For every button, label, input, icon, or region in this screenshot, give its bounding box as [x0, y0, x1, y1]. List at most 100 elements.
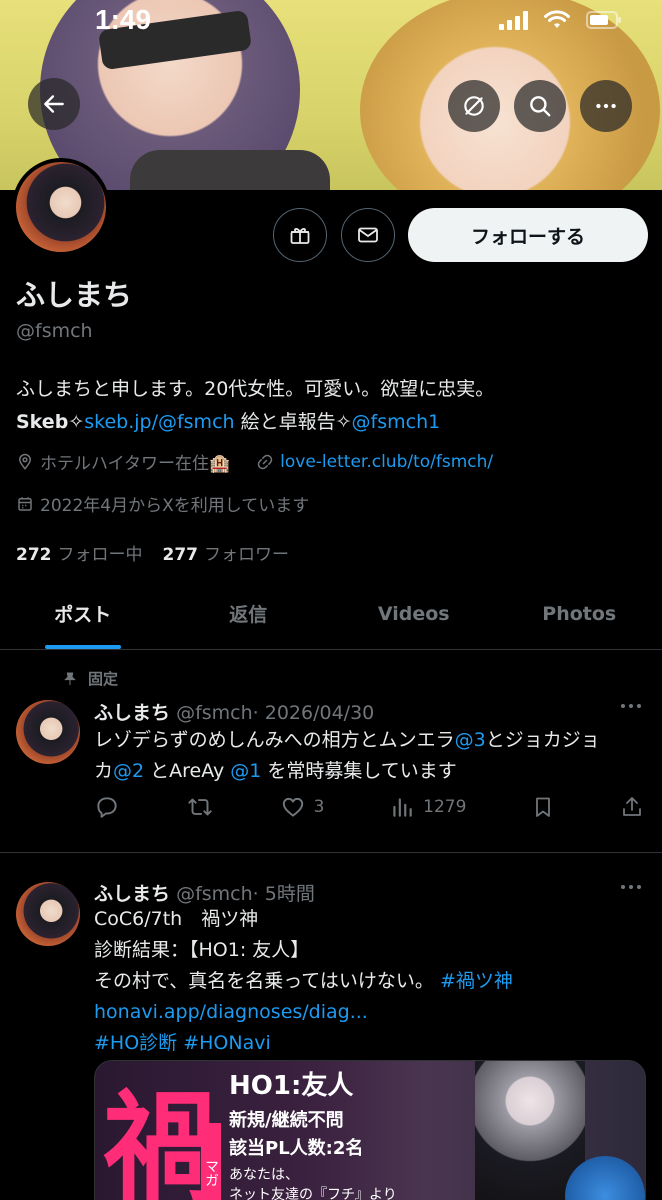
bio-mention-link[interactable]: @fsmch1 [352, 411, 441, 433]
grok-icon [464, 96, 484, 116]
location-pin-icon [18, 453, 32, 470]
share-icon [623, 797, 641, 816]
bookmark-icon [536, 797, 551, 817]
more-button[interactable] [580, 80, 632, 132]
post-text-segment: カ [94, 760, 114, 782]
tab-replies[interactable]: 返信 [166, 578, 332, 649]
pinned-indicator: 固定 [62, 668, 118, 689]
post-timestamp[interactable]: · 2026/04/30 [253, 702, 375, 724]
post-media-image[interactable]: 禍 マガ HO1:友人 新規/継続不問 該当PL人数:2名 あなたは、 ネット友… [94, 1060, 646, 1200]
like-button[interactable]: 3 [280, 794, 325, 820]
post-text-segment: を常時募集しています [261, 760, 457, 782]
followers-link[interactable]: 277 フォロワー [163, 540, 290, 565]
media-title: HO1:友人 [229, 1071, 354, 1101]
media-card-text: HO1:友人 新規/継続不問 該当PL人数:2名 あなたは、 ネット友達の『フチ… [229, 1065, 397, 1200]
profile-tabs: ポスト 返信 Videos Photos [0, 578, 662, 650]
post-avatar[interactable] [16, 700, 80, 764]
profile-handle: @fsmch [16, 320, 93, 342]
profile-name: ふしまち [16, 278, 133, 312]
post-hashtag[interactable]: #HO診断 [94, 1032, 177, 1054]
banner-suit [130, 150, 330, 190]
post-text-line: 診断結果：【HO1: 友人】 [94, 939, 310, 961]
link-icon [257, 454, 273, 469]
tab-photos[interactable]: Photos [497, 578, 662, 649]
meta-joined: 2022年4月からXを利用しています [16, 491, 309, 516]
post-author-name[interactable]: ふしまち [94, 883, 170, 905]
post-avatar[interactable] [16, 882, 80, 946]
like-count: 3 [313, 797, 325, 817]
back-button[interactable] [28, 78, 80, 130]
follow-button[interactable]: フォローする [408, 208, 648, 262]
bookmark-button[interactable] [531, 794, 555, 820]
post-text-segment: とジョカジョ [485, 729, 600, 751]
post-divider [0, 852, 662, 853]
media-line: あなたは、 [229, 1167, 299, 1183]
media-line: ネット友達の『フチ』より [229, 1187, 397, 1200]
tab-posts-label: ポスト [54, 604, 112, 626]
gift-button[interactable] [273, 208, 327, 262]
post-hashtag[interactable]: #HONavi [183, 1032, 271, 1054]
follow-counts: 272 フォロー中 277 フォロワー [16, 540, 289, 565]
wifi-icon [544, 10, 570, 28]
heart-icon [282, 797, 303, 817]
followers-count: 277 [162, 545, 199, 565]
grok-button[interactable] [448, 80, 500, 132]
views-chart-icon [393, 798, 412, 817]
tab-videos-label: Videos [377, 602, 450, 625]
post-author-handle[interactable]: @fsmch [176, 702, 253, 724]
post-timestamp[interactable]: · 5時間 [253, 883, 315, 905]
bio-line-2: Skeb✧skeb.jp/@fsmch 絵と卓報告✧@fsmch1 [16, 407, 440, 434]
post-text-segment: レゾデらずのめしんみへの相方とムンエラ [94, 729, 455, 751]
search-icon [530, 96, 551, 117]
post-more-button[interactable] [618, 696, 644, 722]
bio-skeb-prefix: Skeb✧ [16, 411, 85, 433]
following-label: フォロー中 [57, 545, 143, 565]
repost-button[interactable] [185, 794, 215, 820]
post-header: ふしまち @fsmch· 5時間 [94, 879, 315, 906]
status-time: 1:49 [95, 4, 152, 35]
following-link[interactable]: 272 フォロー中 [16, 540, 143, 565]
bio-middle: 絵と卓報告✧ [234, 411, 352, 433]
post-author-handle[interactable]: @fsmch [176, 883, 253, 905]
profile-avatar[interactable] [12, 158, 110, 256]
followers-label: フォロワー [204, 545, 289, 565]
search-button[interactable] [514, 80, 566, 132]
post-actions: 3 1279 [94, 794, 644, 820]
post-mention[interactable]: @1 [230, 760, 261, 782]
views-button[interactable]: 1279 [389, 794, 466, 820]
reply-button[interactable] [94, 794, 120, 820]
following-count: 272 [16, 545, 52, 565]
bio-line-1: ふしまちと申します。20代女性。可愛い。欲望に忠実。 [16, 378, 495, 400]
message-button[interactable] [341, 208, 395, 262]
post-header: ふしまち @fsmch· 2026/04/30 [94, 698, 374, 725]
tab-posts[interactable]: ポスト [0, 578, 166, 649]
envelope-icon [358, 227, 378, 243]
post-text: CoC6/7th 禍ツ神 診断結果：【HO1: 友人】 その村で、真名を名乗って… [94, 904, 644, 1059]
pinned-label: 固定 [88, 670, 119, 688]
media-line: 該当PL人数:2名 [229, 1138, 364, 1159]
website-link[interactable]: love-letter.club/to/fsmch/ [280, 452, 493, 472]
post-mention[interactable]: @2 [113, 760, 144, 782]
tab-active-indicator [44, 645, 121, 649]
calendar-icon [18, 496, 32, 511]
bio-skeb-link[interactable]: skeb.jp/@fsmch [84, 411, 234, 433]
media-side-tag: マガ [201, 1123, 221, 1200]
post-mention[interactable]: @3 [455, 729, 486, 751]
share-button[interactable] [620, 794, 644, 820]
repost-icon [188, 798, 212, 816]
post-text-segment: とAreAy [144, 760, 231, 782]
reply-icon [97, 797, 117, 818]
meta-location-website: ホテルハイタワー在住🏨 love-letter.club/to/fsmch/ [16, 449, 493, 474]
post-link[interactable]: honavi.app/diagnoses/diag... [94, 997, 644, 1028]
status-icons [499, 10, 622, 30]
tab-photos-label: Photos [542, 602, 617, 625]
more-dots-icon [621, 704, 641, 708]
post-hashtag[interactable]: #禍ツ神 [440, 970, 513, 992]
post-more-button[interactable] [618, 877, 644, 903]
media-line: 新規/継続不問 [229, 1110, 344, 1131]
more-dots-icon [621, 885, 641, 889]
tab-replies-label: 返信 [229, 604, 268, 626]
joined-text: 2022年4月からXを利用しています [40, 496, 310, 516]
tab-videos[interactable]: Videos [331, 578, 497, 649]
post-author-name[interactable]: ふしまち [94, 702, 170, 724]
